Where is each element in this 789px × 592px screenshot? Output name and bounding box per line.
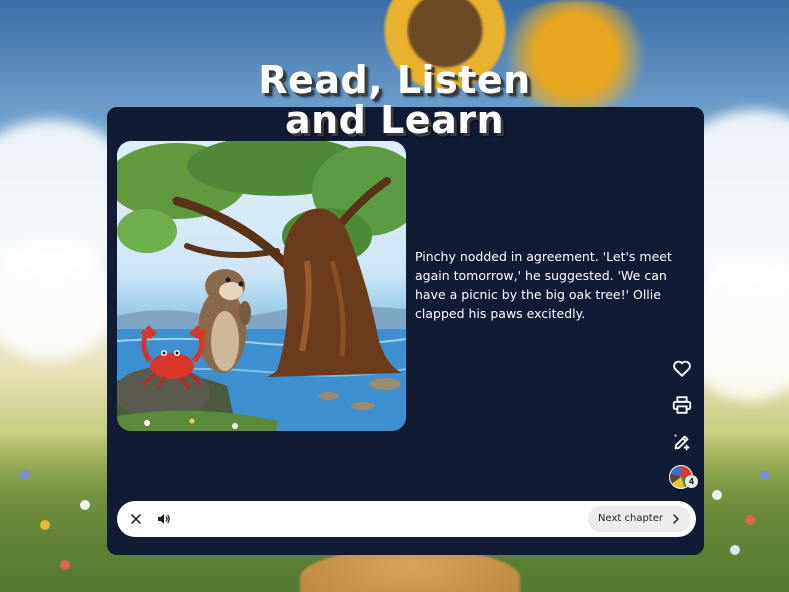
avatar-count-badge: 4	[685, 475, 698, 488]
otter-crab-oak-tree-illustration	[117, 141, 406, 431]
profile-avatar-button[interactable]: 4	[669, 465, 698, 491]
audio-play-button[interactable]	[153, 508, 175, 530]
story-illustration	[117, 141, 406, 431]
audio-player-bar: Next chapter	[117, 501, 696, 537]
close-icon	[131, 514, 141, 524]
print-button[interactable]	[667, 390, 697, 420]
story-paragraph: Pinchy nodded in agreement. 'Let's meet …	[415, 249, 672, 321]
draw-button[interactable]	[667, 427, 697, 457]
close-button[interactable]	[125, 508, 147, 530]
next-chapter-label: Next chapter	[598, 513, 663, 524]
heart-icon	[673, 360, 691, 377]
favorite-button[interactable]	[667, 353, 697, 383]
chevron-right-icon	[673, 514, 679, 524]
printer-icon	[672, 396, 692, 414]
next-chapter-button[interactable]: Next chapter	[588, 506, 691, 532]
story-panel: Pinchy nodded in agreement. 'Let's meet …	[107, 107, 704, 555]
hero-title-line2: and Learn	[284, 98, 505, 142]
pencil-sparkle-icon	[674, 434, 690, 451]
hero-title-line1: Read, Listen	[258, 58, 531, 102]
speaker-icon	[158, 514, 170, 524]
